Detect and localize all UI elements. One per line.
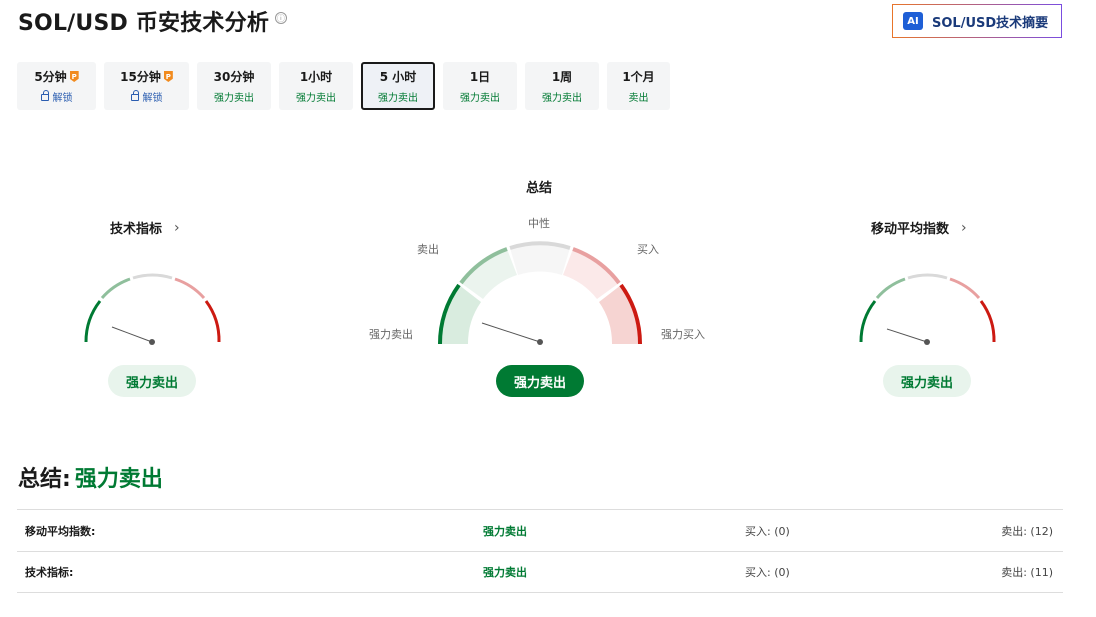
gauge-needle-pivot: [924, 339, 930, 345]
row-signal: 强力卖出: [483, 524, 527, 538]
table-row: 移动平均指数: 强力卖出 买入: (0) 卖出: (12): [17, 509, 1063, 551]
row-buy-count: 买入: (0): [745, 566, 790, 579]
gauge-title: 技术指标: [110, 222, 163, 237]
summary-result: 强力卖出: [496, 365, 584, 397]
tab-sub: 强力卖出: [460, 93, 500, 104]
tab-5h[interactable]: 5 小时 强力卖出: [361, 62, 435, 110]
tab-label: 1周: [551, 70, 573, 84]
gauge-label-strong-sell: 强力卖出: [369, 328, 413, 341]
moving-averages-gauge: [859, 273, 996, 345]
row-sell-count: 卖出: (12): [1001, 524, 1053, 538]
summary-heading: 总结: 强力卖出: [18, 461, 163, 493]
tab-sub: 强力卖出: [378, 93, 418, 104]
tab-label: 30分钟: [213, 70, 255, 84]
gauge-segment-strong-sell: [859, 300, 877, 343]
gauge-segment-sell: [875, 277, 906, 300]
gauge-needle-pivot: [149, 339, 155, 345]
tab-1d[interactable]: 1日 强力卖出: [443, 62, 517, 110]
page-title: SOL/USD 币安技术分析 ⓘ: [18, 5, 288, 37]
gauge-segment-buy: [174, 277, 206, 300]
gauge-segment-neutral: [132, 273, 173, 280]
ai-summary-label: SOL/USD技术摘要: [932, 15, 1049, 31]
gauge-segment-sell: [100, 277, 131, 300]
table-row: 技术指标: 强力卖出 买入: (0) 卖出: (11): [17, 551, 1063, 593]
info-icon[interactable]: ⓘ: [275, 12, 288, 24]
tab-sub: 解锁: [52, 93, 73, 104]
tab-5min[interactable]: 5分钟 P 解锁: [17, 62, 96, 110]
gauge-needle: [481, 322, 541, 343]
row-signal: 强力卖出: [483, 566, 527, 579]
tab-sub: 强力卖出: [214, 93, 254, 104]
lock-icon: [130, 90, 139, 101]
gauge-segment-strong-sell: [84, 300, 102, 343]
tab-label: 1个月: [622, 70, 655, 84]
chevron-right-icon[interactable]: ›: [961, 220, 967, 236]
tab-sub: 卖出: [628, 93, 649, 104]
tab-label: 1小时: [299, 70, 333, 84]
tab-label: 1日: [469, 70, 491, 84]
tab-1m[interactable]: 1个月 卖出: [607, 62, 670, 110]
tab-sub: 强力卖出: [296, 93, 336, 104]
gauge-title: 移动平均指数: [871, 222, 950, 237]
tab-label: 5 小时: [379, 70, 417, 84]
tab-sub: 强力卖出: [542, 93, 582, 104]
gauge-label-strong-buy: 强力买入: [661, 328, 705, 341]
technical-indicators-gauge: [84, 273, 221, 345]
technical-indicators-result: 强力卖出: [108, 365, 196, 397]
moving-averages-result: 强力卖出: [883, 365, 971, 397]
tab-label: 15分钟: [120, 70, 161, 84]
timeframe-tabs: 5分钟 P 解锁 15分钟 P 解锁 30分钟 强力卖出 1小时 强力卖出 5 小时…: [17, 62, 670, 110]
tab-sub: 解锁: [142, 93, 163, 104]
tab-label: 5分钟: [34, 70, 67, 84]
chevron-right-icon[interactable]: ›: [174, 220, 180, 236]
summary-gauge-title: 总结: [526, 181, 553, 196]
row-buy-count: 买入: (0): [745, 524, 790, 538]
ai-icon: AI: [903, 12, 923, 30]
gauge-fill-neutral: [510, 243, 570, 275]
pro-icon: P: [163, 71, 173, 82]
row-name: 技术指标:: [25, 566, 74, 579]
summary-label: 总结:: [18, 467, 71, 492]
gauge-needle: [111, 326, 153, 343]
gauge-label-neutral: 中性: [528, 217, 550, 230]
summary-gauge: [437, 241, 643, 345]
row-sell-count: 卖出: (11): [1001, 566, 1053, 579]
gauge-needle: [886, 328, 928, 343]
lock-icon: [40, 90, 49, 101]
gauge-segment-buy: [949, 277, 981, 300]
summary-verdict: 强力卖出: [74, 467, 163, 492]
page-title-text: SOL/USD 币安技术分析: [18, 11, 270, 36]
gauge-segment-neutral: [907, 273, 948, 280]
tab-30min[interactable]: 30分钟 强力卖出: [197, 62, 271, 110]
gauge-segment-strong-buy: [979, 300, 996, 343]
row-name: 移动平均指数:: [25, 524, 96, 538]
ai-summary-button[interactable]: AI SOL/USD技术摘要: [892, 4, 1062, 38]
gauge-needle-pivot: [537, 339, 543, 345]
tab-1w[interactable]: 1周 强力卖出: [525, 62, 599, 110]
gauge-segment-strong-buy: [204, 300, 221, 343]
pro-icon: P: [69, 71, 79, 82]
moving-averages-header[interactable]: 移动平均指数 ›: [871, 218, 967, 238]
technical-indicators-header[interactable]: 技术指标 ›: [110, 218, 180, 238]
tab-15min[interactable]: 15分钟 P 解锁: [104, 62, 189, 110]
tab-1h[interactable]: 1小时 强力卖出: [279, 62, 353, 110]
